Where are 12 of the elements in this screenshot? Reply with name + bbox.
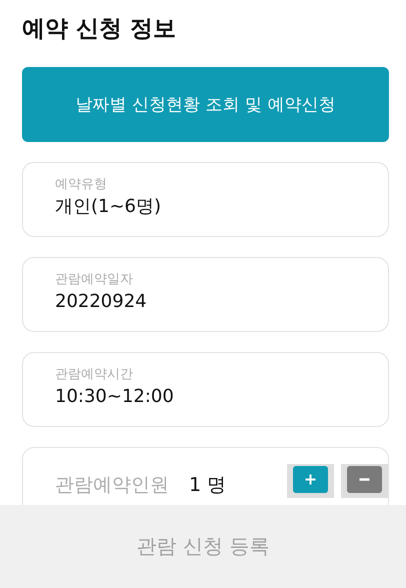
plus-icon[interactable] <box>293 466 328 493</box>
page-title: 예약 신청 정보 <box>22 15 178 44</box>
minus-icon[interactable] <box>347 466 382 493</box>
field-label: 관람예약일자 <box>55 271 134 289</box>
field-value: 개인(1~6명) <box>55 195 162 219</box>
field-value: 10:30~12:00 <box>55 385 175 409</box>
people-label: 관람예약인원 <box>55 473 169 498</box>
date-lookup-button[interactable]: 날짜별 신청현황 조회 및 예약신청 <box>22 67 389 142</box>
field-value: 20220924 <box>55 290 148 314</box>
field-label: 예약유형 <box>55 176 108 194</box>
field-label: 관람예약시간 <box>55 366 134 384</box>
people-count: 1 명 <box>189 473 226 498</box>
